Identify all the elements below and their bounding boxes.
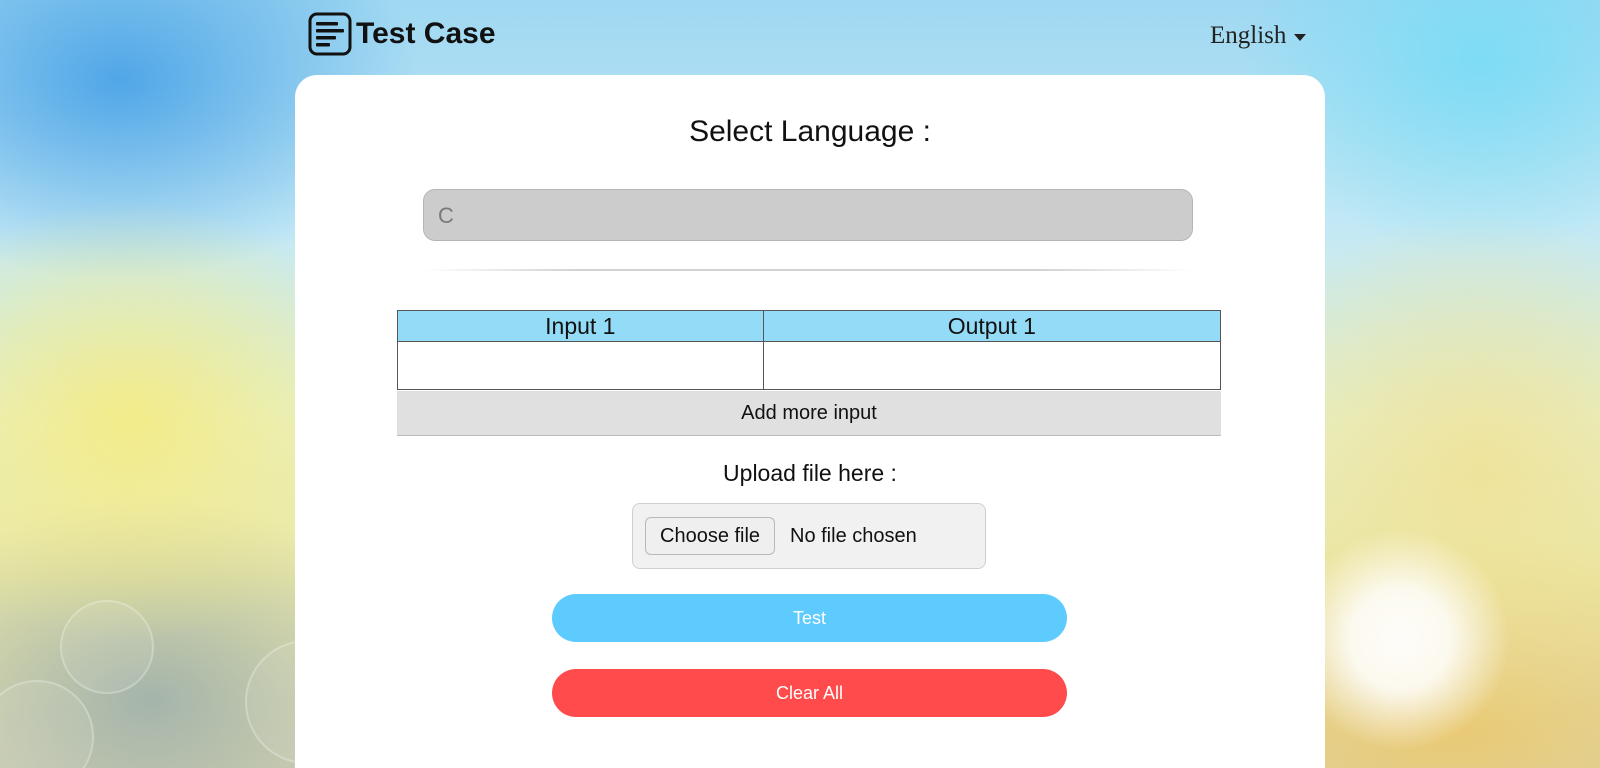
main-card: Select Language : C Input 1 Output 1 Add… — [295, 75, 1325, 768]
language-dropdown-label: English — [1210, 22, 1287, 49]
io-table: Input 1 Output 1 — [397, 310, 1222, 390]
table-header-row: Input 1 Output 1 — [397, 310, 1222, 342]
language-dropdown[interactable]: English — [1210, 22, 1307, 50]
output-cell[interactable] — [762, 341, 1222, 390]
divider — [423, 269, 1193, 271]
background-bokeh — [0, 680, 94, 768]
test-button[interactable]: Test — [552, 594, 1067, 642]
upload-label: Upload file here : — [723, 460, 897, 486]
choose-file-button[interactable]: Choose file — [645, 517, 776, 555]
file-input[interactable]: Choose file No file chosen — [632, 503, 986, 569]
top-bar: Test Case English — [0, 0, 1600, 74]
table-row — [397, 341, 1222, 390]
file-status: No file chosen — [790, 525, 917, 547]
input-cell[interactable] — [397, 341, 764, 390]
document-lines-icon — [308, 12, 352, 56]
caret-down-icon — [1294, 34, 1307, 41]
add-more-input-button[interactable]: Add more input — [397, 391, 1221, 436]
input-header: Input 1 — [397, 310, 764, 342]
background-bokeh — [60, 600, 154, 694]
select-language-heading: Select Language : — [689, 115, 931, 148]
brand[interactable]: Test Case — [308, 12, 496, 56]
language-select[interactable]: C — [423, 189, 1193, 241]
output-header: Output 1 — [762, 310, 1222, 342]
clear-all-button[interactable]: Clear All — [552, 669, 1067, 717]
app-title: Test Case — [356, 17, 496, 50]
